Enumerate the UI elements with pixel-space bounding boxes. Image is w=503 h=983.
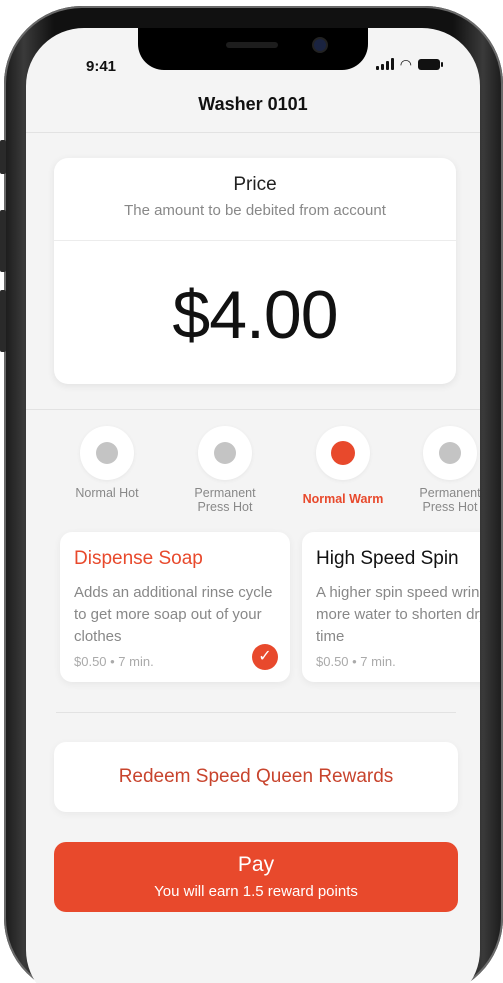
page-header: Washer 0101 (26, 94, 480, 115)
radio-dot-icon (214, 442, 236, 464)
option-card-dispense-soap[interactable]: Dispense Soap Adds an additional rinse c… (60, 532, 290, 682)
option-title: High Speed Spin (316, 548, 459, 569)
cycle-normal-warm[interactable]: Normal Warm (288, 426, 398, 506)
option-card-high-speed-spin[interactable]: High Speed Spin A higher spin speed wrin… (302, 532, 480, 682)
price-subtitle: The amount to be debited from account (124, 202, 386, 219)
price-title: Price (233, 174, 277, 195)
price-divider (54, 240, 456, 241)
radio-dot-icon (439, 442, 461, 464)
check-icon[interactable]: ✓ (252, 644, 278, 670)
cycle-label: Normal Warm (302, 492, 384, 506)
cellular-signal-icon (375, 58, 394, 70)
status-bar: 9:41 ◠ (26, 28, 480, 88)
option-price-duration: $0.50 • 7 min. (74, 654, 154, 669)
cycle-label: Permanent Press Hot (419, 486, 480, 514)
cycle-selector: Normal Hot Permanent Press Hot Normal Wa… (26, 426, 480, 516)
battery-icon (418, 58, 443, 70)
header-divider (26, 132, 480, 133)
cycle-permanent-press-hot[interactable]: Permanent Press Hot (170, 426, 280, 514)
cycle-label: Normal Hot (75, 486, 139, 500)
radio-dot-icon (96, 442, 118, 464)
rewards-divider (56, 712, 456, 713)
cycle-radio[interactable] (423, 426, 477, 480)
price-card: Price The amount to be debited from acco… (54, 158, 456, 384)
radio-selected-dot-icon (331, 441, 355, 465)
pay-reward-points: You will earn 1.5 reward points (154, 883, 358, 900)
pay-button-label: Pay (237, 853, 275, 876)
cycle-radio[interactable] (80, 426, 134, 480)
option-price-duration: $0.50 • 7 min. (316, 654, 396, 669)
price-amount: $4.00 (172, 277, 338, 353)
option-description: A higher spin speed wrings out more wate… (316, 584, 480, 645)
status-time: 9:41 (86, 58, 117, 75)
wifi-icon: ◠ (399, 56, 412, 72)
option-title: Dispense Soap (74, 548, 203, 569)
cycle-permanent-press-hot-2[interactable]: Permanent Press Hot (395, 426, 480, 514)
page-title: Washer 0101 (198, 94, 308, 114)
status-icons: ◠ (375, 56, 443, 72)
pay-button[interactable]: Pay You will earn 1.5 reward points (54, 842, 458, 912)
redeem-rewards-button[interactable]: Redeem Speed Queen Rewards (54, 742, 458, 812)
app-screen: 9:41 ◠ Washer 0101 Price The amount to b… (26, 28, 480, 983)
mute-switch (0, 140, 6, 174)
cycle-radio[interactable] (198, 426, 252, 480)
volume-down-button (0, 290, 6, 352)
cycle-radio[interactable] (316, 426, 370, 480)
option-description: Adds an additional rinse cycle to get mo… (74, 584, 273, 645)
volume-up-button (0, 210, 6, 272)
cycle-normal-hot[interactable]: Normal Hot (52, 426, 162, 500)
cycle-label: Permanent Press Hot (194, 486, 256, 514)
section-divider (26, 409, 480, 410)
